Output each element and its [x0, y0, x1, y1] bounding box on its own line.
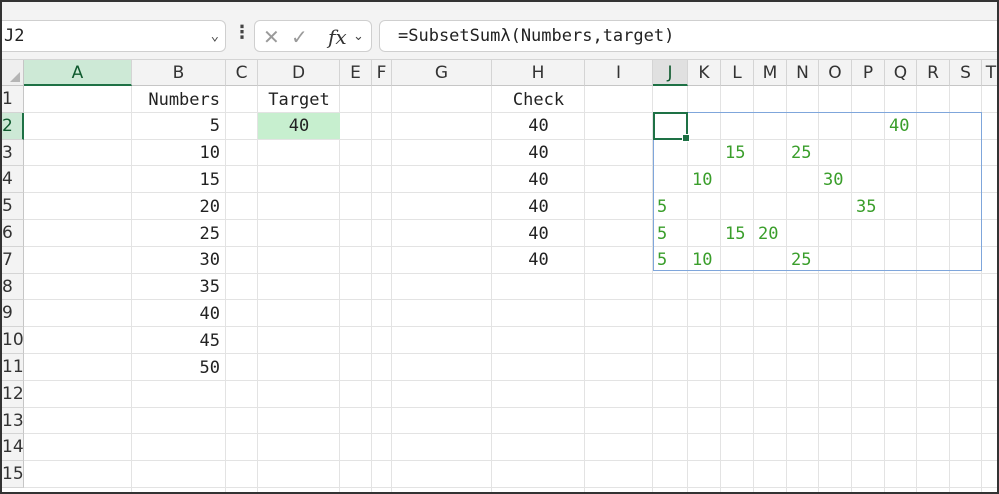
kebab-icon[interactable]: ⋮	[233, 22, 251, 43]
column-header-h[interactable]: H	[492, 60, 585, 86]
cell-h4[interactable]: 40	[492, 167, 585, 193]
row-header-1[interactable]: 1	[2, 86, 24, 113]
formula-input[interactable]: =SubsetSumλ(Numbers,target)	[379, 20, 997, 52]
column-header-q[interactable]: Q	[885, 60, 917, 86]
formula-controls: ✕ ✓ fx ⌄	[254, 20, 372, 52]
grid-line-horizontal	[24, 433, 997, 435]
column-header-r[interactable]: R	[917, 60, 950, 86]
check-icon[interactable]: ✓	[291, 25, 308, 49]
active-cell-j2[interactable]	[653, 112, 690, 142]
cell-b10[interactable]: 45	[132, 328, 226, 354]
cell-h3[interactable]: 40	[492, 140, 585, 166]
formula-text: =SubsetSumλ(Numbers,target)	[398, 26, 675, 46]
cell-b9[interactable]: 40	[132, 301, 226, 327]
cell-b5[interactable]: 20	[132, 194, 226, 220]
row-header-8[interactable]: 8	[2, 273, 24, 301]
row-header-4[interactable]: 4	[2, 166, 24, 194]
cell-b4[interactable]: 15	[132, 167, 226, 193]
column-header-o[interactable]: O	[819, 60, 852, 86]
row-header-7[interactable]: 7	[2, 246, 24, 274]
cell-b6[interactable]: 25	[132, 221, 226, 247]
row-header-15[interactable]: 15	[2, 461, 24, 488]
spreadsheet-window: J2 ⌄ ⋮ ✕ ✓ fx ⌄ =SubsetSumλ(Numbers,targ…	[0, 0, 999, 494]
chevron-down-icon[interactable]: ⌄	[211, 21, 219, 51]
row-header-12[interactable]: 12	[2, 380, 24, 408]
cell-b1[interactable]: Numbers	[132, 87, 226, 113]
cell-b7[interactable]: 30	[132, 247, 226, 273]
column-header-a[interactable]: A	[24, 60, 132, 86]
column-header-g[interactable]: G	[392, 60, 492, 86]
cell-h7[interactable]: 40	[492, 247, 585, 273]
formula-bar: J2 ⌄ ⋮ ✕ ✓ fx ⌄ =SubsetSumλ(Numbers,targ…	[2, 2, 997, 60]
column-header-j[interactable]: J	[653, 60, 688, 86]
cell-h6[interactable]: 40	[492, 221, 585, 247]
cell-b8[interactable]: 35	[132, 274, 226, 300]
grid-line-horizontal	[24, 460, 997, 462]
column-header-i[interactable]: I	[585, 60, 653, 86]
row-header-9[interactable]: 9	[2, 300, 24, 328]
name-box[interactable]: J2 ⌄	[2, 20, 226, 52]
column-header-b[interactable]: B	[132, 60, 226, 86]
column-header-t[interactable]: T	[982, 60, 997, 86]
column-header-d[interactable]: D	[258, 60, 340, 86]
column-header-l[interactable]: L	[721, 60, 754, 86]
close-icon[interactable]: ✕	[263, 25, 280, 49]
chevron-down-icon[interactable]: ⌄	[353, 29, 364, 44]
cell-h1[interactable]: Check	[492, 87, 585, 113]
select-all-corner[interactable]	[2, 60, 24, 86]
row-header-5[interactable]: 5	[2, 193, 24, 220]
row-header-14[interactable]: 14	[2, 434, 24, 462]
column-header-m[interactable]: M	[754, 60, 787, 86]
row-header-10[interactable]: 10	[2, 327, 24, 354]
grid-line-horizontal	[24, 487, 997, 488]
fx-icon[interactable]: fx	[328, 25, 347, 49]
column-header-c[interactable]: C	[226, 60, 258, 86]
column-header-n[interactable]: N	[787, 60, 819, 86]
row-header-13[interactable]: 13	[2, 407, 24, 435]
row-header-2[interactable]: 2	[2, 112, 24, 140]
sheet-grid[interactable]: A B C D E F G H I J K L M N O P Q R S T 1 2 3 4 5 6 7 8 9 10 11 12 13 14 1…	[2, 60, 997, 492]
grid-line-horizontal	[24, 406, 997, 408]
row-header-11[interactable]: 11	[2, 354, 24, 381]
spill-range-border	[653, 112, 982, 271]
cell-b11[interactable]: 50	[132, 355, 226, 381]
column-header-k[interactable]: K	[688, 60, 721, 86]
cell-d1[interactable]: Target	[258, 87, 340, 113]
cell-b3[interactable]: 10	[132, 140, 226, 166]
cell-d2-target[interactable]: 40	[258, 113, 340, 140]
cell-b2[interactable]: 5	[132, 113, 226, 139]
name-box-value: J2	[4, 26, 25, 46]
column-header-s[interactable]: S	[950, 60, 982, 86]
column-header-f[interactable]: F	[372, 60, 392, 86]
column-header-e[interactable]: E	[340, 60, 372, 86]
column-header-p[interactable]: P	[852, 60, 885, 86]
row-header-3[interactable]: 3	[2, 139, 24, 167]
cell-h5[interactable]: 40	[492, 194, 585, 220]
cell-h2[interactable]: 40	[492, 113, 585, 139]
row-header-6[interactable]: 6	[2, 220, 24, 247]
